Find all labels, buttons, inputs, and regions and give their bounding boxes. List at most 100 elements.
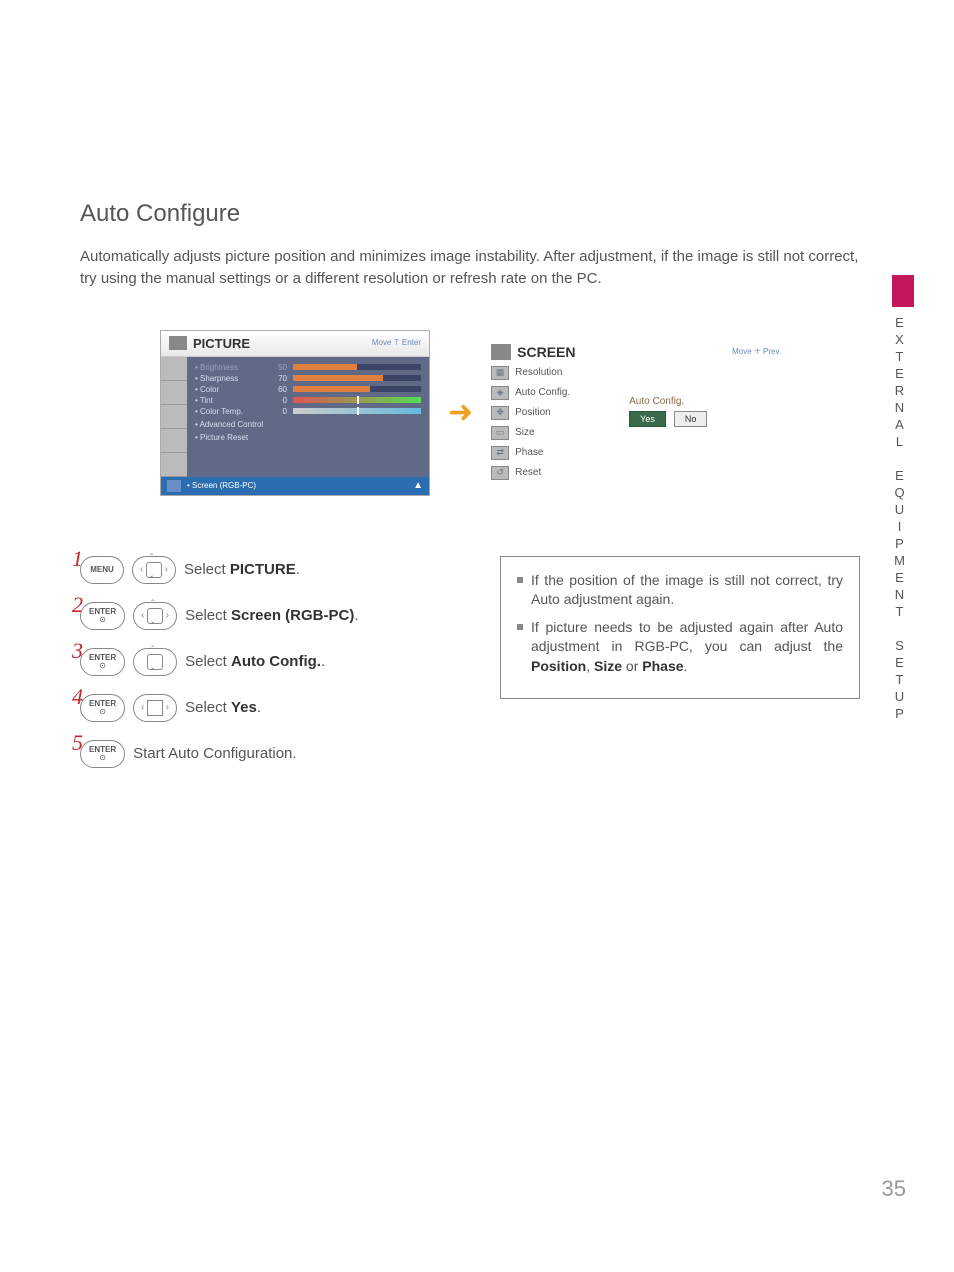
step-number: 2 (72, 592, 83, 618)
note-2: If picture needs to be adjusted again af… (517, 618, 843, 677)
picture-title: PICTURE (193, 336, 250, 351)
enter-dot-icon: ⊙ (99, 708, 106, 716)
page-number: 35 (882, 1176, 906, 1202)
cell: 0 (271, 396, 287, 405)
enter-button-icon: ENTER ⊙ (80, 648, 125, 676)
txt: Phase (642, 658, 683, 674)
step-4: 4 ENTER ⊙ ‹› Select Yes. (80, 694, 440, 722)
nav-updown-icon: ˆˇ (133, 648, 177, 676)
cell: • Color (195, 385, 265, 394)
cell: Position (515, 407, 551, 418)
cell: Auto Config. (515, 387, 570, 398)
side-tab-label: EXTERNAL EQUIPMENT SETUP (892, 315, 907, 723)
txt: Screen (RGB-PC) (231, 607, 354, 624)
intro-text: Automatically adjusts picture position a… (80, 246, 860, 290)
arrow-right-icon: ➜ (448, 395, 473, 430)
txt: Yes (231, 699, 257, 716)
enter-button-icon: ENTER ⊙ (80, 694, 125, 722)
txt: PICTURE (230, 561, 296, 578)
cell: 0 (271, 407, 287, 416)
item-resolution: ▦Resolution (491, 366, 611, 380)
cell: Phase (515, 447, 543, 458)
item-reset: ↺Reset (491, 466, 611, 480)
txt: . (354, 607, 358, 624)
step-desc: Select Screen (RGB-PC). (185, 607, 358, 624)
steps-list: 1 MENU ‹› ˆˇ Select PICTURE. 2 ENTER (80, 556, 440, 786)
step-number: 1 (72, 546, 83, 572)
side-tab-4 (161, 429, 187, 453)
txt: Start Auto Configuration. (133, 745, 296, 762)
side-tab: EXTERNAL EQUIPMENT SETUP (892, 275, 914, 555)
selected-label: • Screen (RGB-PC) (187, 481, 256, 490)
side-tab-1 (161, 357, 187, 381)
cell: 60 (271, 385, 287, 394)
row-advanced: • Advanced Control (195, 418, 421, 431)
section-title: Auto Configure (80, 200, 860, 228)
cell: • Brightness (195, 363, 265, 372)
cell: • Tint (195, 396, 265, 405)
nav-shape: ‹› ˆˇ (146, 562, 162, 578)
reset-icon: ↺ (491, 466, 509, 480)
nav-leftright-icon: ‹› (133, 694, 177, 722)
row-picreset: • Picture Reset (195, 431, 421, 444)
screen-hint: Move ꔰ Prev. (732, 347, 781, 357)
screen-row-icon (167, 480, 181, 492)
position-icon: ✥ (491, 406, 509, 420)
btn-label: MENU (90, 566, 114, 574)
scroll-arrow-icon: ▲ (413, 480, 423, 491)
yes-button[interactable]: Yes (629, 411, 666, 427)
row-brightness: • Brightness 50 (195, 363, 421, 372)
step-2: 2 ENTER ⊙ ‹› ˆˇ Select Screen (RGB-PC). (80, 602, 440, 630)
screen-head-icon (491, 344, 511, 360)
row-color: • Color 60 (195, 385, 421, 394)
cell: Size (515, 427, 534, 438)
tint-bar (293, 397, 421, 403)
txt: . (684, 658, 688, 674)
row-tint: • Tint 0 (195, 396, 421, 405)
picture-hint: Move ꔉ Enter (372, 338, 421, 348)
cell: 50 (271, 363, 287, 372)
txt: Select (185, 607, 231, 624)
screen-prompt: Auto Config. (629, 396, 781, 407)
side-tab-5 (161, 453, 187, 477)
txt: . (296, 561, 300, 578)
txt: If picture needs to be adjusted again af… (531, 619, 843, 655)
side-tab-3 (161, 405, 187, 429)
osd-picture-head: PICTURE Move ꔉ Enter (161, 331, 429, 357)
cell: 70 (271, 374, 287, 383)
picture-head-icon (169, 336, 187, 350)
item-position: ✥ Position (491, 406, 611, 420)
bar (293, 364, 421, 370)
phase-icon: ⇄ (491, 446, 509, 460)
osd-picture-selected: • Screen (RGB-PC) ▲ (161, 477, 429, 495)
txt: , (586, 658, 594, 674)
nav-4way-icon: ‹› ˆˇ (132, 556, 176, 584)
row-sharpness: • Sharpness 70 (195, 374, 421, 383)
enter-dot-icon: ⊙ (99, 662, 106, 670)
txt: Select (185, 653, 231, 670)
enter-button-icon: ENTER ⊙ (80, 602, 125, 630)
nav-shape: ˆˇ (147, 654, 163, 670)
note-1: If the position of the image is still no… (517, 571, 843, 610)
enter-button-icon: ENTER ⊙ (80, 740, 125, 768)
step-number: 4 (72, 684, 83, 710)
txt: Select (185, 699, 231, 716)
cell: • Color Temp. (195, 407, 265, 416)
screen-list: ▦Resolution ◈ Auto Config. ✥ Position ▭Siz… (491, 366, 611, 486)
autoconfig-icon: ◈ (491, 386, 509, 400)
item-autoconfig: ◈ Auto Config. (491, 386, 611, 400)
row-colortemp: • Color Temp. 0 (195, 407, 421, 416)
no-button[interactable]: No (674, 411, 708, 427)
txt: Auto Config. (231, 653, 321, 670)
txt: Position (531, 658, 586, 674)
item-size: ▭Size (491, 426, 611, 440)
side-tab-2 (161, 381, 187, 405)
step-number: 5 (72, 730, 83, 756)
screen-right-pane: Auto Config. Yes No (629, 366, 781, 486)
item-phase: ⇄ Phase (491, 446, 611, 460)
osd-picture-panel: PICTURE Move ꔉ Enter • Brightness 50 (160, 330, 430, 496)
enter-dot-icon: ⊙ (99, 616, 106, 624)
menu-button-icon: MENU (80, 556, 124, 584)
txt: or (622, 658, 642, 674)
cell: • Sharpness (195, 374, 265, 383)
